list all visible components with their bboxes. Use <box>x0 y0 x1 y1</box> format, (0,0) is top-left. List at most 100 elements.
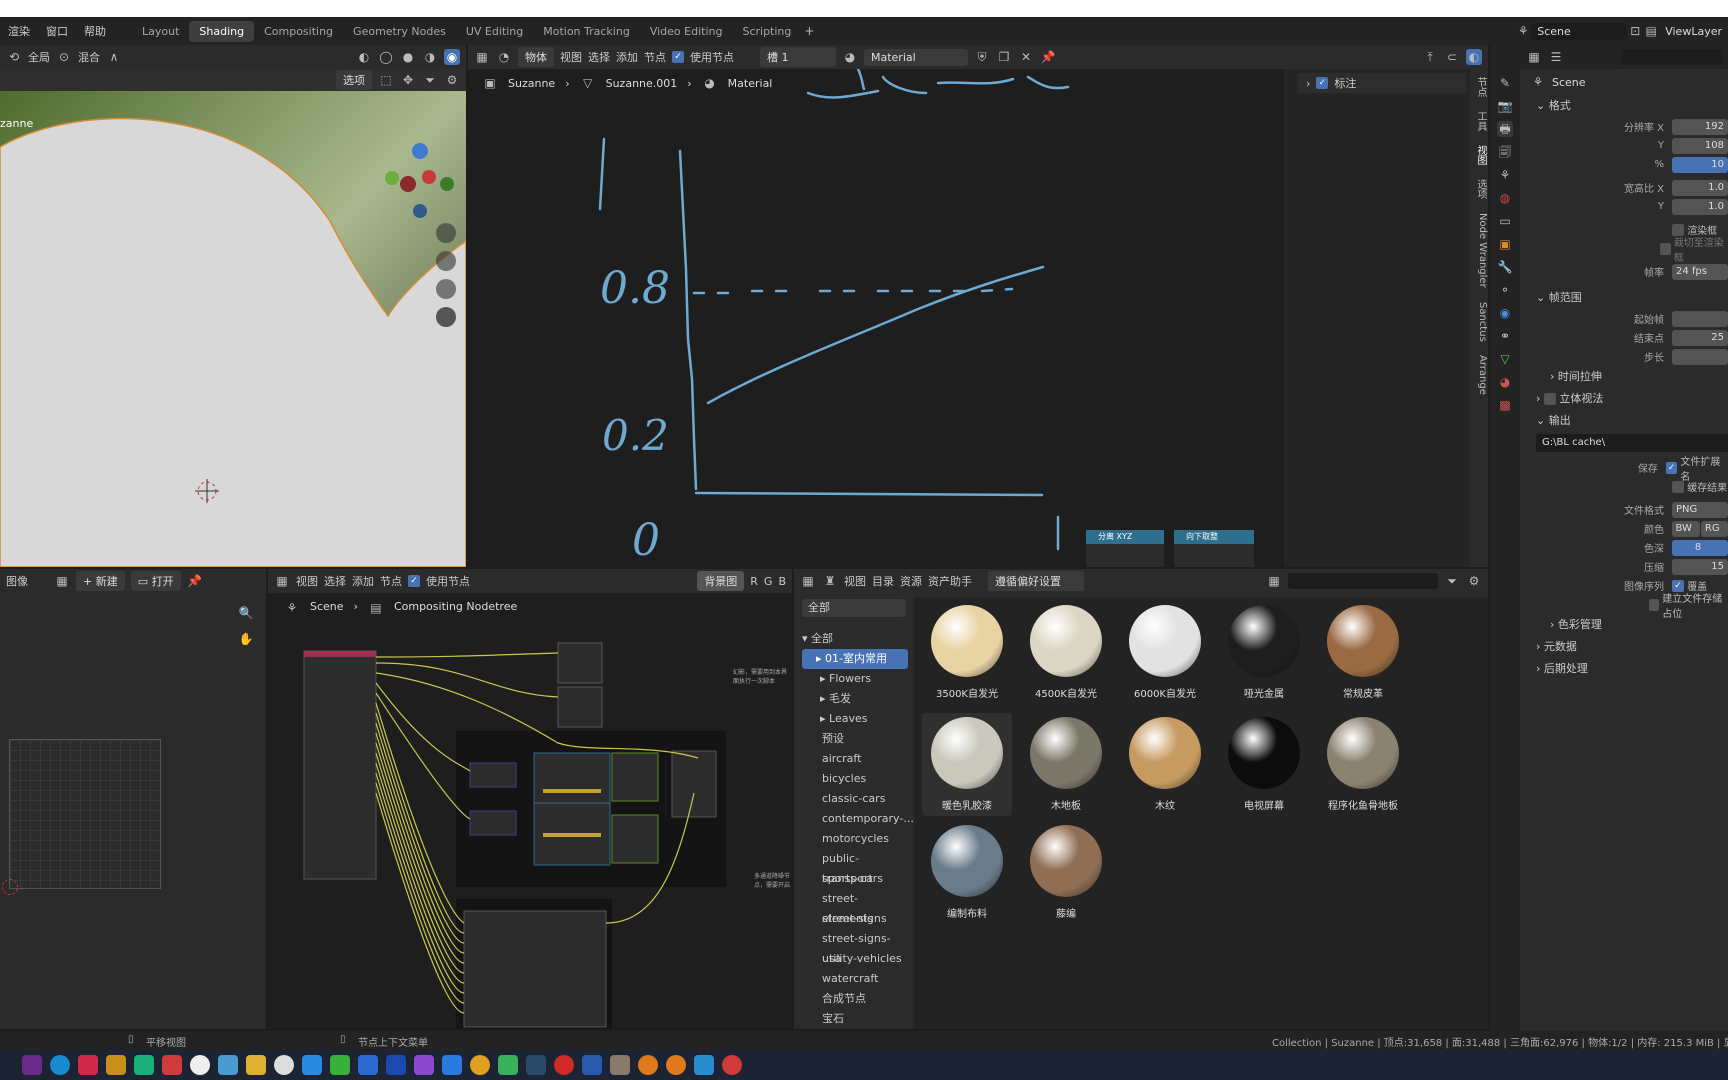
catalog-item[interactable]: street-signs-usa <box>802 929 908 965</box>
open-image-button[interactable]: ▭ 打开 <box>130 571 181 591</box>
app-icon[interactable] <box>694 1055 714 1075</box>
use-nodes-checkbox[interactable]: ✓ <box>672 51 684 63</box>
menu-view[interactable]: 视图 <box>560 49 582 65</box>
output-tab-icon[interactable]: 🖶 <box>1497 121 1513 137</box>
compositor-node-graph[interactable] <box>268 593 792 1029</box>
collection-tab-icon[interactable]: ▭ <box>1497 213 1513 229</box>
section-metadata[interactable]: › 元数据 <box>1536 636 1728 658</box>
asset-tile[interactable]: 常规皮革 <box>1318 605 1408 700</box>
overlay-icon[interactable]: ◐ <box>356 49 372 65</box>
color-bw-button[interactable]: BW <box>1672 520 1700 537</box>
section-frame-range[interactable]: ⌄ 帧范围 <box>1536 287 1728 309</box>
crop-checkbox[interactable] <box>1659 242 1671 255</box>
particles-tab-icon[interactable]: ⚬ <box>1497 282 1513 298</box>
tab-scripting[interactable]: Scripting <box>732 21 801 42</box>
section-format[interactable]: ⌄ 格式 <box>1536 95 1728 117</box>
pan-hand-icon[interactable]: ✋ <box>238 631 254 647</box>
app-icon[interactable] <box>274 1055 294 1075</box>
app-icon[interactable] <box>610 1055 630 1075</box>
res-x-field[interactable]: 192 <box>1672 118 1728 135</box>
viewlayer-icon[interactable]: ▤ <box>1643 23 1659 39</box>
unlink-icon[interactable]: ✕ <box>1018 49 1034 65</box>
blender-icon[interactable] <box>638 1055 658 1075</box>
catalog-item[interactable]: 宝石 <box>802 1009 908 1029</box>
asset-tile[interactable]: 木地板 <box>1021 717 1111 812</box>
blend-dropdown[interactable]: 混合 <box>78 49 100 65</box>
gear-icon[interactable]: ⚙ <box>1466 573 1482 589</box>
sidebar-tab-options[interactable]: 选项 <box>1470 179 1488 199</box>
steam-icon[interactable] <box>526 1055 546 1075</box>
blender-icon[interactable] <box>666 1055 686 1075</box>
use-nodes-checkbox[interactable]: ✓ <box>408 575 420 587</box>
asset-tile[interactable]: 电视屏幕 <box>1219 717 1309 812</box>
import-method-dropdown[interactable]: 遵循偏好设置 <box>988 571 1084 591</box>
catalog-item[interactable]: 合成节点 <box>802 989 908 1009</box>
menu-assets[interactable]: 资源 <box>900 573 922 589</box>
fake-user-icon[interactable]: ⛨ <box>974 49 990 65</box>
world-tab-icon[interactable]: ◍ <box>1497 190 1513 206</box>
add-workspace-icon[interactable]: + <box>801 23 817 39</box>
node-render-layers[interactable] <box>303 650 377 880</box>
section-stereoscopy[interactable]: › 立体视法 <box>1536 388 1728 410</box>
app-icon[interactable] <box>302 1055 322 1075</box>
shader-editor[interactable]: ▦ ◔ 物体 视图 选择 添加 节点 ✓ 使用节点 槽 1 ◕ Material… <box>468 45 1488 567</box>
overlay-icon[interactable]: ◐ <box>1466 49 1482 65</box>
menu-select[interactable]: 选择 <box>324 573 346 589</box>
menu-window[interactable]: 窗口 <box>38 23 76 39</box>
catalog-item[interactable]: ▸ Flowers <box>802 669 908 689</box>
catalog-item[interactable]: ▸ Leaves <box>802 709 908 729</box>
color-rgb-button[interactable]: RG <box>1700 520 1728 537</box>
frame-start-field[interactable] <box>1672 310 1728 327</box>
tab-video-editing[interactable]: Video Editing <box>640 21 733 42</box>
section-output[interactable]: ⌄ 输出 <box>1536 410 1728 432</box>
compositor-editor[interactable]: ▦ 视图 选择 添加 节点 ✓ 使用节点 背景图 R G B ⚘ Scene ›… <box>268 569 792 1029</box>
folder-icon[interactable] <box>246 1055 266 1075</box>
catalog-item[interactable]: sports-cars <box>802 869 908 889</box>
viewlayer-name[interactable]: ViewLayer <box>1659 25 1728 38</box>
tab-layout[interactable]: Layout <box>132 21 189 42</box>
asset-tile[interactable]: 木纹 <box>1120 717 1210 812</box>
sidebar-splitter[interactable] <box>1284 69 1294 567</box>
library-dropdown[interactable]: 全部 <box>802 599 906 617</box>
rendered-shading-icon[interactable]: ◉ <box>444 49 460 65</box>
asset-tile[interactable]: 哑光金属 <box>1219 605 1309 700</box>
res-pct-field[interactable]: 10 <box>1672 156 1728 173</box>
shader-type-icon[interactable]: ◔ <box>496 49 512 65</box>
catalog-item[interactable]: street-elements <box>802 889 908 925</box>
menu-add[interactable]: 添加 <box>352 573 374 589</box>
file-extension-checkbox[interactable]: ✓ <box>1665 461 1678 474</box>
zoom-icon[interactable] <box>436 223 456 243</box>
node-group-a[interactable] <box>469 762 517 788</box>
catalog-item[interactable]: ▸ 01-室内常用 <box>802 649 908 669</box>
app-icon[interactable] <box>442 1055 462 1075</box>
physics-tab-icon[interactable]: ◉ <box>1497 305 1513 321</box>
chevron-right-icon[interactable]: › <box>1306 77 1310 90</box>
select-tool-icon[interactable]: ⬚ <box>378 72 394 88</box>
view-layer-tab-icon[interactable]: 🗐 <box>1497 144 1513 160</box>
file-format-dropdown[interactable]: PNG <box>1672 501 1728 518</box>
parent-node-tree-icon[interactable]: ⤒ <box>1422 49 1438 65</box>
tab-geometry-nodes[interactable]: Geometry Nodes <box>343 21 456 42</box>
menu-asset-helper[interactable]: 资产助手 <box>928 573 972 589</box>
word-icon[interactable] <box>582 1055 602 1075</box>
app-icon[interactable] <box>162 1055 182 1075</box>
tab-shading[interactable]: Shading <box>189 20 255 42</box>
node-viewer-b[interactable] <box>557 686 603 728</box>
channel-r[interactable]: R <box>750 575 758 588</box>
node-mix-b[interactable] <box>611 814 659 864</box>
editor-type-icon[interactable]: ▦ <box>800 573 816 589</box>
modifier-tab-icon[interactable]: 🔧 <box>1497 259 1513 275</box>
texture-tab-icon[interactable]: ▩ <box>1497 397 1513 413</box>
proportional-icon[interactable]: ∧ <box>106 49 122 65</box>
tab-motion-tracking[interactable]: Motion Tracking <box>533 21 640 42</box>
menu-view[interactable]: 视图 <box>844 573 866 589</box>
channel-b[interactable]: B <box>778 575 786 588</box>
node-separate-xyz[interactable]: 分离 XYZ <box>1086 530 1164 567</box>
camera-view-icon[interactable] <box>436 279 456 299</box>
constraints-tab-icon[interactable]: ⚭ <box>1497 328 1513 344</box>
app-icon[interactable] <box>190 1055 210 1075</box>
browse-mode-icon[interactable]: ♜ <box>822 573 838 589</box>
app-icon[interactable] <box>386 1055 406 1075</box>
sidebar-tab-node-wrangler[interactable]: Node Wrangler <box>1470 213 1488 288</box>
wireframe-shading-icon[interactable]: ◯ <box>378 49 394 65</box>
